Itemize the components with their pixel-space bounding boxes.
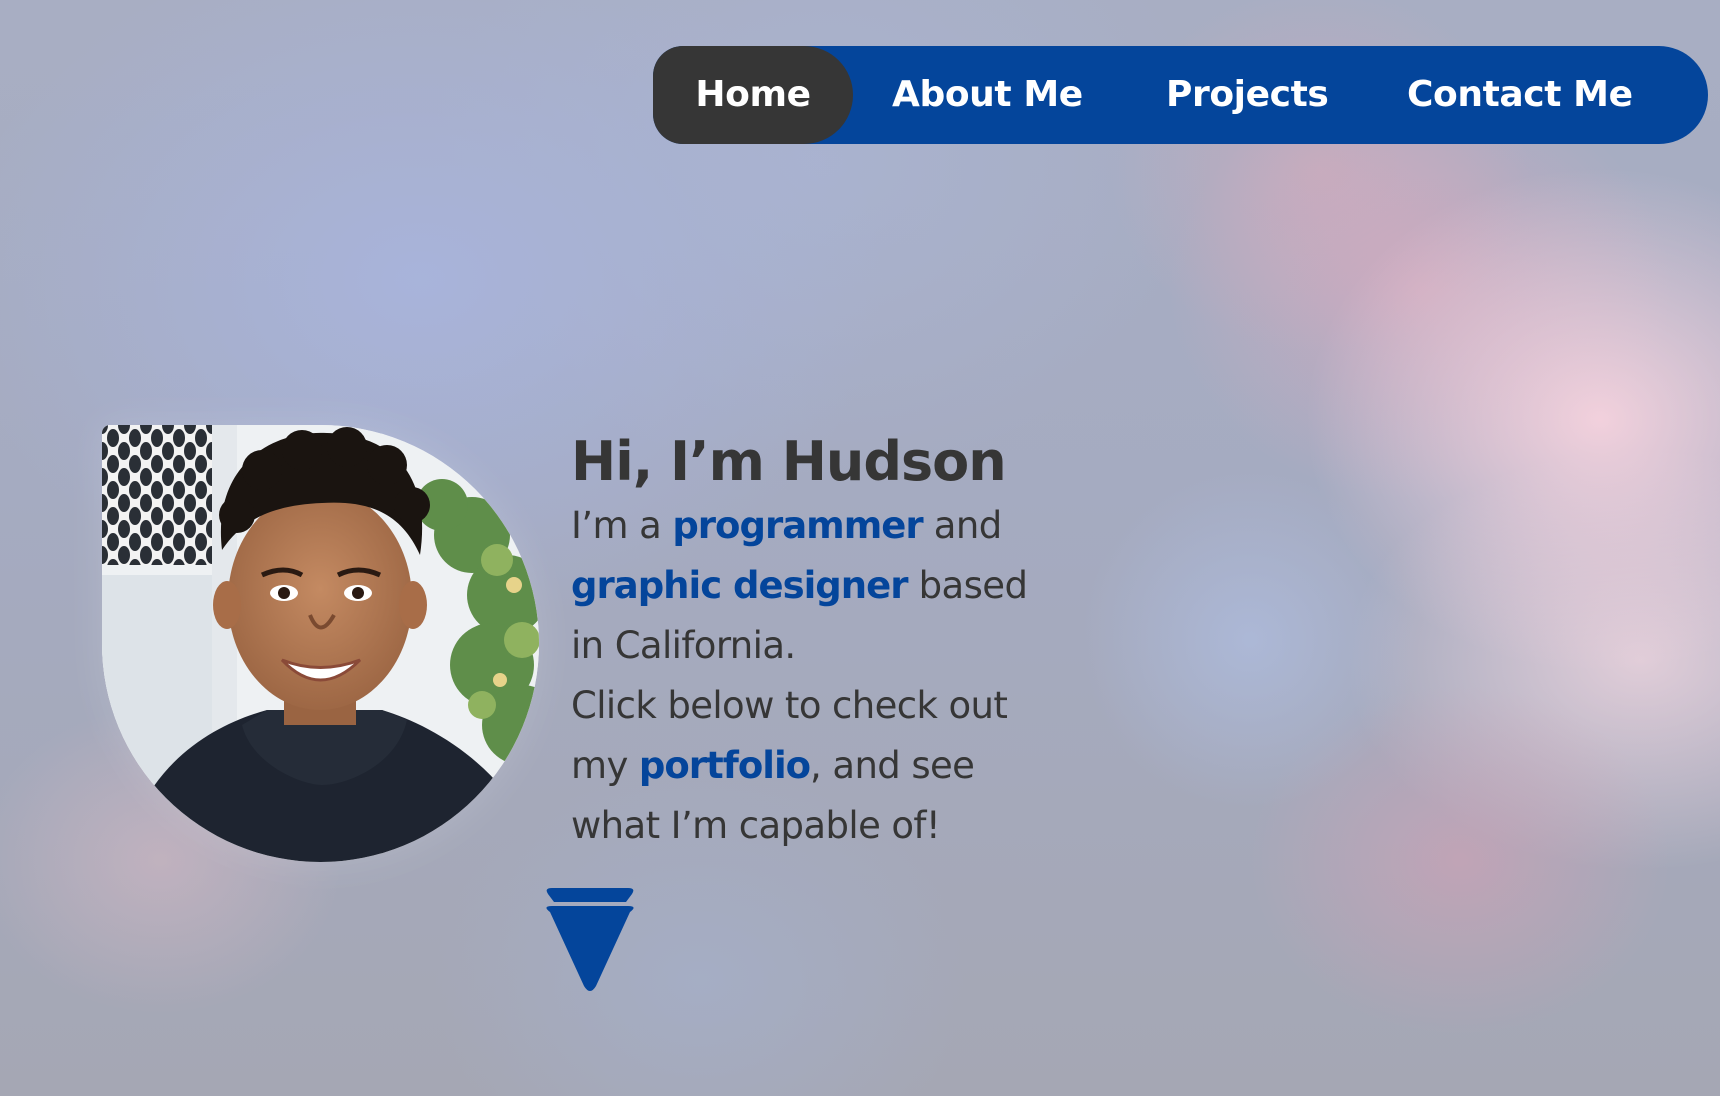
bio-line-4: Click below to check out <box>571 684 1008 727</box>
bio-text-segment: and <box>922 504 1002 547</box>
highlight-graphic-designer: graphic designer <box>571 564 908 607</box>
bio-line-6: what I’m capable of! <box>571 804 941 847</box>
down-arrow-icon <box>546 888 634 991</box>
bio-line-5: my portfolio, and see <box>571 736 1091 796</box>
bio-text-segment: based <box>907 564 1028 607</box>
bio-text-segment: , and see <box>810 744 975 787</box>
bio-text-segment: I’m a <box>571 504 673 547</box>
nav-home[interactable]: Home <box>653 46 853 144</box>
portfolio-link[interactable]: portfolio <box>639 744 811 787</box>
nav-contact-me[interactable]: Contact Me <box>1407 46 1633 144</box>
highlight-programmer: programmer <box>672 504 923 547</box>
bio-line-3: in California. <box>571 624 796 667</box>
greeting-heading: Hi, I’m Hudson <box>571 430 1007 493</box>
bio-text-segment: my <box>571 744 639 787</box>
bio-line-2: graphic designer based <box>571 556 1091 616</box>
nav-projects[interactable]: Projects <box>1166 46 1329 144</box>
main-navigation: Home About Me Projects Contact Me <box>653 46 1708 144</box>
bio-text: I’m a programmer and graphic designer ba… <box>571 496 1091 856</box>
nav-about-me[interactable]: About Me <box>892 46 1083 144</box>
profile-photo <box>102 425 539 862</box>
scroll-down-button[interactable] <box>540 888 640 994</box>
intro-section: Hi, I’m Hudson I’m a programmer and grap… <box>571 430 1091 856</box>
bio-line-1: I’m a programmer and <box>571 496 1091 556</box>
